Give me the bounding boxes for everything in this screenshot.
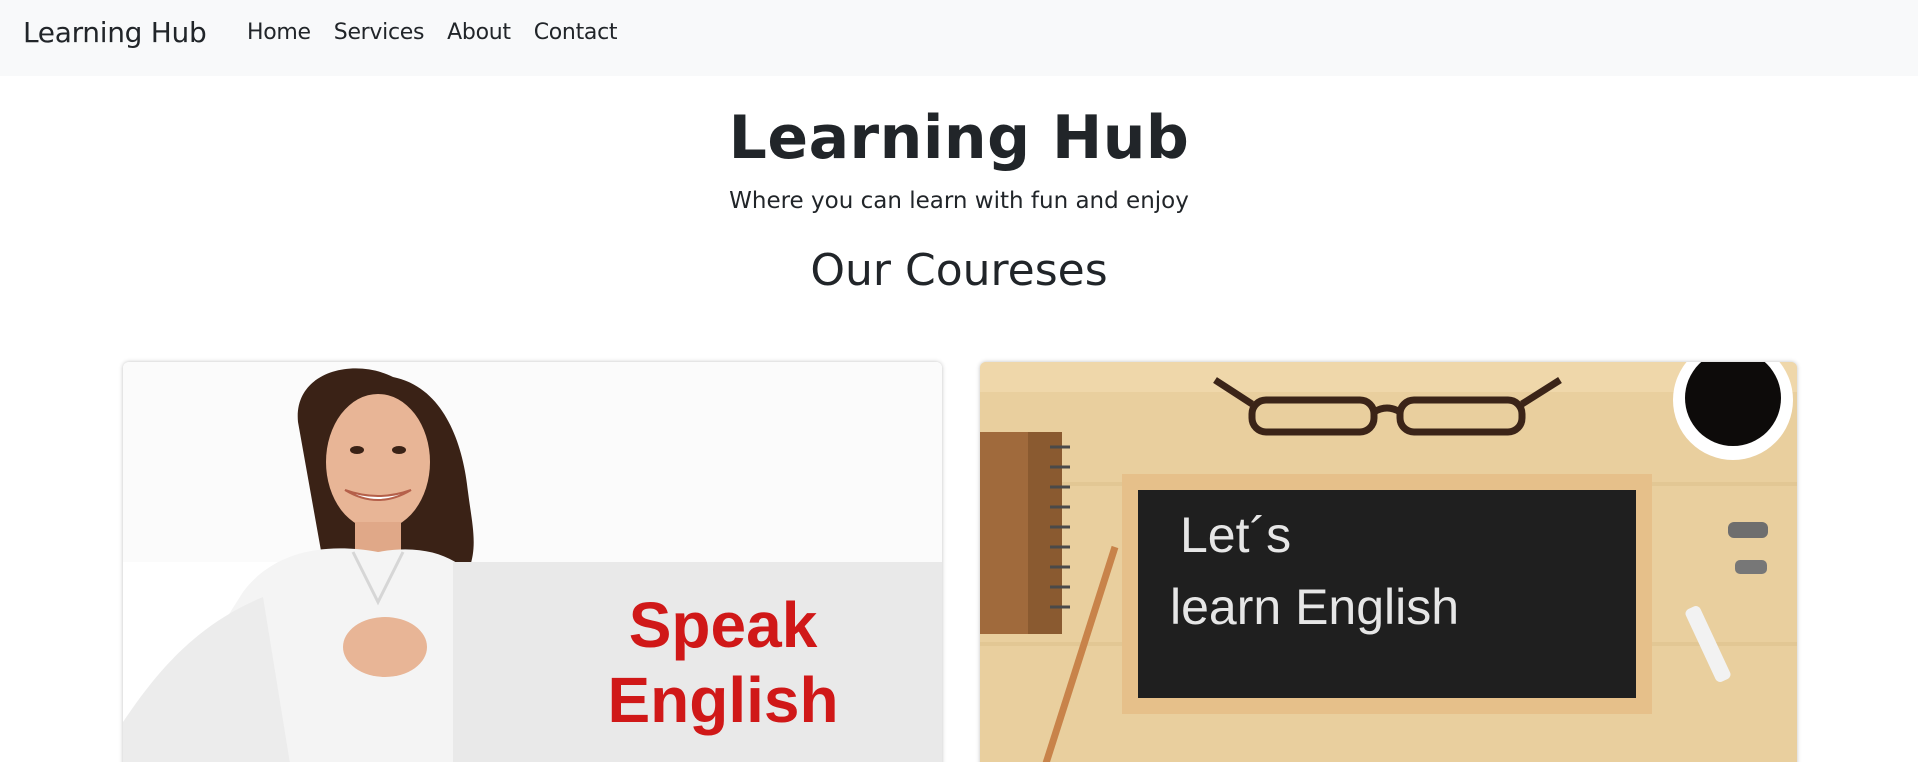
sign-text-line1: Speak	[629, 589, 818, 661]
navbar-brand[interactable]: Learning Hub	[23, 16, 207, 49]
navbar: Learning Hub Home Services About Contact	[0, 0, 1918, 76]
nav-link-about[interactable]: About	[447, 20, 511, 45]
courses-heading: Our Coureses	[810, 245, 1108, 296]
course-card-learn-english[interactable]: Let´s learn English	[980, 362, 1797, 762]
nav-link-contact[interactable]: Contact	[534, 20, 618, 45]
nav-links: Home Services About Contact	[247, 20, 640, 45]
hero-title: Learning Hub	[728, 103, 1190, 173]
learn-english-image: Let´s learn English	[980, 362, 1797, 762]
course-card-speak-english[interactable]: Speak English	[123, 362, 942, 762]
hero-subtitle: Where you can learn with fun and enjoy	[729, 188, 1189, 214]
sign-text-line2: English	[607, 664, 838, 736]
chalkboard-text-line2: learn English	[1170, 579, 1459, 635]
speak-english-image: Speak English	[123, 362, 942, 762]
nav-link-home[interactable]: Home	[247, 20, 311, 45]
nav-link-services[interactable]: Services	[334, 20, 425, 45]
chalkboard-text-line1: Let´s	[1180, 507, 1291, 563]
